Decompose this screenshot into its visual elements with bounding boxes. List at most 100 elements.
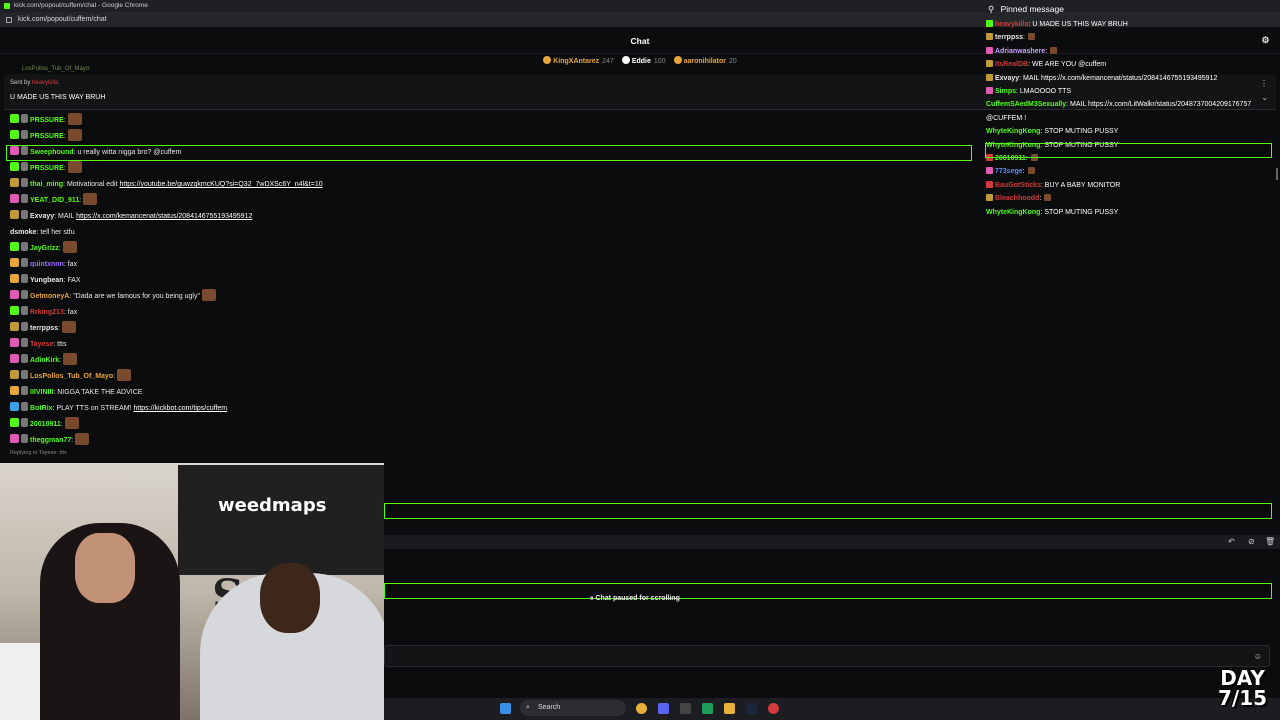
more-options-icon[interactable]: ⋮ (1260, 79, 1268, 88)
user-badge-icon (10, 242, 19, 251)
chat-username[interactable]: Tayese (30, 341, 53, 348)
url-text[interactable]: kick.com/popout/cuffem/chat (18, 16, 107, 23)
taskbar-search[interactable]: ⌕ Search (520, 700, 626, 716)
overlay-chat-message: Exvayy: MAIL https://x.com/kemancenat/st… (984, 72, 1274, 85)
chat-username[interactable]: PRSSURE (30, 133, 64, 140)
chat-message[interactable]: AdinKirk: (0, 353, 980, 369)
chat-separator: : (71, 437, 74, 444)
pinned-message-header: ⚲ Pinned message (988, 4, 1064, 14)
chat-message[interactable]: quintxnnn: fax (0, 257, 980, 273)
discord-icon[interactable] (658, 703, 669, 714)
chat-message[interactable]: theggman77: (0, 433, 980, 449)
chat-username[interactable]: PRSSURE (30, 165, 64, 172)
overlay-chat-message: Adrianwashere: (984, 45, 1274, 58)
overlay-chat-message: CuffemSAedM3Sexually: MAIL https://x.com… (984, 98, 1274, 125)
chat-message[interactable]: terrppss: (0, 321, 980, 337)
chat-separator: : (60, 421, 63, 428)
chat-message[interactable]: Sweephound: u really witta nigga bro? @c… (6, 145, 972, 161)
user-badge-icon (10, 258, 19, 267)
user-badge-icon (986, 20, 993, 27)
chat-text: FAX (65, 277, 81, 284)
chat-link[interactable]: https://kickbot.com/tips/cuffem (134, 405, 228, 412)
chat-username[interactable]: AdinKirk (30, 357, 59, 364)
app-icon[interactable] (702, 703, 713, 714)
gifter-item[interactable]: aaronihilator 20 (673, 55, 737, 69)
folder-icon[interactable] (724, 703, 735, 714)
chat-link[interactable]: https://youtube.be/guwzqkmcKUQ?si=Q32_7w… (120, 181, 323, 188)
chat-message[interactable]: PRSSURE: (0, 161, 980, 177)
chat-message[interactable]: thai_ming: Motivational edit https://you… (0, 177, 980, 193)
chat-message[interactable]: 20010911: (0, 417, 980, 433)
overlay-username: Adrianwashere (995, 47, 1046, 55)
gifter-count: 247 (602, 58, 614, 65)
emote-icon (201, 289, 216, 301)
chat-message[interactable]: GetmoneyA: "Dada are we famous for you b… (0, 289, 980, 305)
emoji-icon[interactable]: ☺ (1254, 652, 1262, 661)
chat-message-list[interactable]: PRSSURE: PRSSURE: Sweephound: u really wit… (0, 113, 980, 449)
chat-message[interactable]: BotRix: PLAY TTS on STREAM! https://kick… (0, 401, 980, 417)
chat-username[interactable]: PRSSURE (30, 117, 64, 124)
chrome-icon[interactable] (768, 703, 779, 714)
chat-paused-banner[interactable]: ⏸ Chat paused for scrolling (590, 595, 680, 603)
overlay-chat-message: 773sege: (984, 165, 1274, 178)
chat-text: NIGGA TAKE THE ADVICE (55, 389, 143, 396)
undo-icon[interactable]: ↶ (1228, 537, 1235, 546)
chat-message[interactable]: JayGrizz: (0, 241, 980, 257)
overlay-chat-message: heavykilla: U MADE US THIS WAY BRUH (984, 18, 1274, 31)
gifter-rank-icon (673, 56, 682, 64)
steam-icon[interactable] (746, 703, 757, 714)
chat-input[interactable] (384, 645, 1270, 667)
chat-username[interactable]: LosPollos_Tub_Of_Mayo (30, 373, 113, 380)
chat-message[interactable]: Yungbean: FAX (0, 273, 980, 289)
sub-badge-icon (21, 418, 28, 427)
start-icon[interactable] (500, 703, 511, 714)
chat-username[interactable]: terrppss (30, 325, 58, 332)
chevron-down-icon[interactable]: ⌄ (1261, 93, 1268, 102)
gifter-name: Eddie (631, 58, 651, 65)
screen: kick.com/popout/cuffem/chat - Google Chr… (0, 0, 1280, 720)
chat-message[interactable]: PRSSURE: (0, 129, 980, 145)
chat-message[interactable]: Tayese: ttts (0, 337, 980, 353)
chat-message[interactable]: LosPollos_Tub_Of_Mayo: (0, 369, 980, 385)
chat-username[interactable]: theggman77 (30, 437, 71, 444)
user-badge-icon (10, 402, 19, 411)
user-badge-icon (986, 33, 993, 41)
chat-message[interactable]: PRSSURE: (0, 113, 980, 129)
app-icon[interactable] (680, 703, 691, 714)
chat-username[interactable]: Yungbean (30, 277, 63, 284)
taskbar (384, 698, 1280, 720)
gifter-item[interactable]: Eddie 100 (621, 55, 666, 69)
chat-username[interactable]: dsmoke (10, 229, 36, 236)
chat-link[interactable]: https://x.com/kemancenat/status/20841467… (76, 213, 252, 220)
chat-username[interactable]: Sweephound (30, 149, 74, 156)
chat-message[interactable]: Rrking213: fax (0, 305, 980, 321)
overlay-chat-message: terrppss: (984, 31, 1274, 44)
chat-username[interactable]: 20010911 (30, 421, 61, 428)
chat-username[interactable]: thai_ming (30, 181, 63, 188)
delete-icon[interactable]: 🗑 (1265, 537, 1275, 546)
chat-message[interactable]: YEAT_DID_911: (0, 193, 980, 209)
chat-username[interactable]: Rrking213 (30, 309, 64, 316)
chat-username[interactable]: IIIVINIII (30, 389, 53, 396)
streamer-left (40, 523, 180, 720)
overlay-username: Bleachhoodd (995, 195, 1040, 203)
chat-username[interactable]: YEAT_DID_911 (30, 197, 79, 204)
sub-badge-icon (21, 178, 28, 187)
overlay-text: BUY A BABY MONITOR (1042, 181, 1121, 189)
sub-badge-icon (21, 114, 28, 123)
chat-username[interactable]: BotRix (30, 405, 53, 412)
timeout-icon[interactable]: ⊘ (1248, 537, 1255, 546)
chat-username[interactable]: GetmoneyA (30, 293, 69, 300)
chat-username[interactable]: quintxnnn (30, 261, 64, 268)
scrollbar[interactable] (1276, 168, 1278, 180)
emote-icon (75, 433, 90, 445)
emote-icon (1027, 33, 1035, 41)
chrome-icon[interactable] (636, 703, 647, 714)
chat-message[interactable]: IIIVINIII: NIGGA TAKE THE ADVICE (0, 385, 980, 401)
gifter-item[interactable]: KingXAntarez 247 (543, 55, 614, 69)
chat-username[interactable]: JayGrizz (30, 245, 59, 252)
chat-message[interactable]: dsmoke: tell her stfu (0, 225, 980, 241)
chat-message[interactable]: Exvayy: MAIL https://x.com/kemancenat/st… (0, 209, 980, 225)
chat-username[interactable]: Exvayy (30, 213, 54, 220)
site-info-icon[interactable] (6, 17, 12, 23)
